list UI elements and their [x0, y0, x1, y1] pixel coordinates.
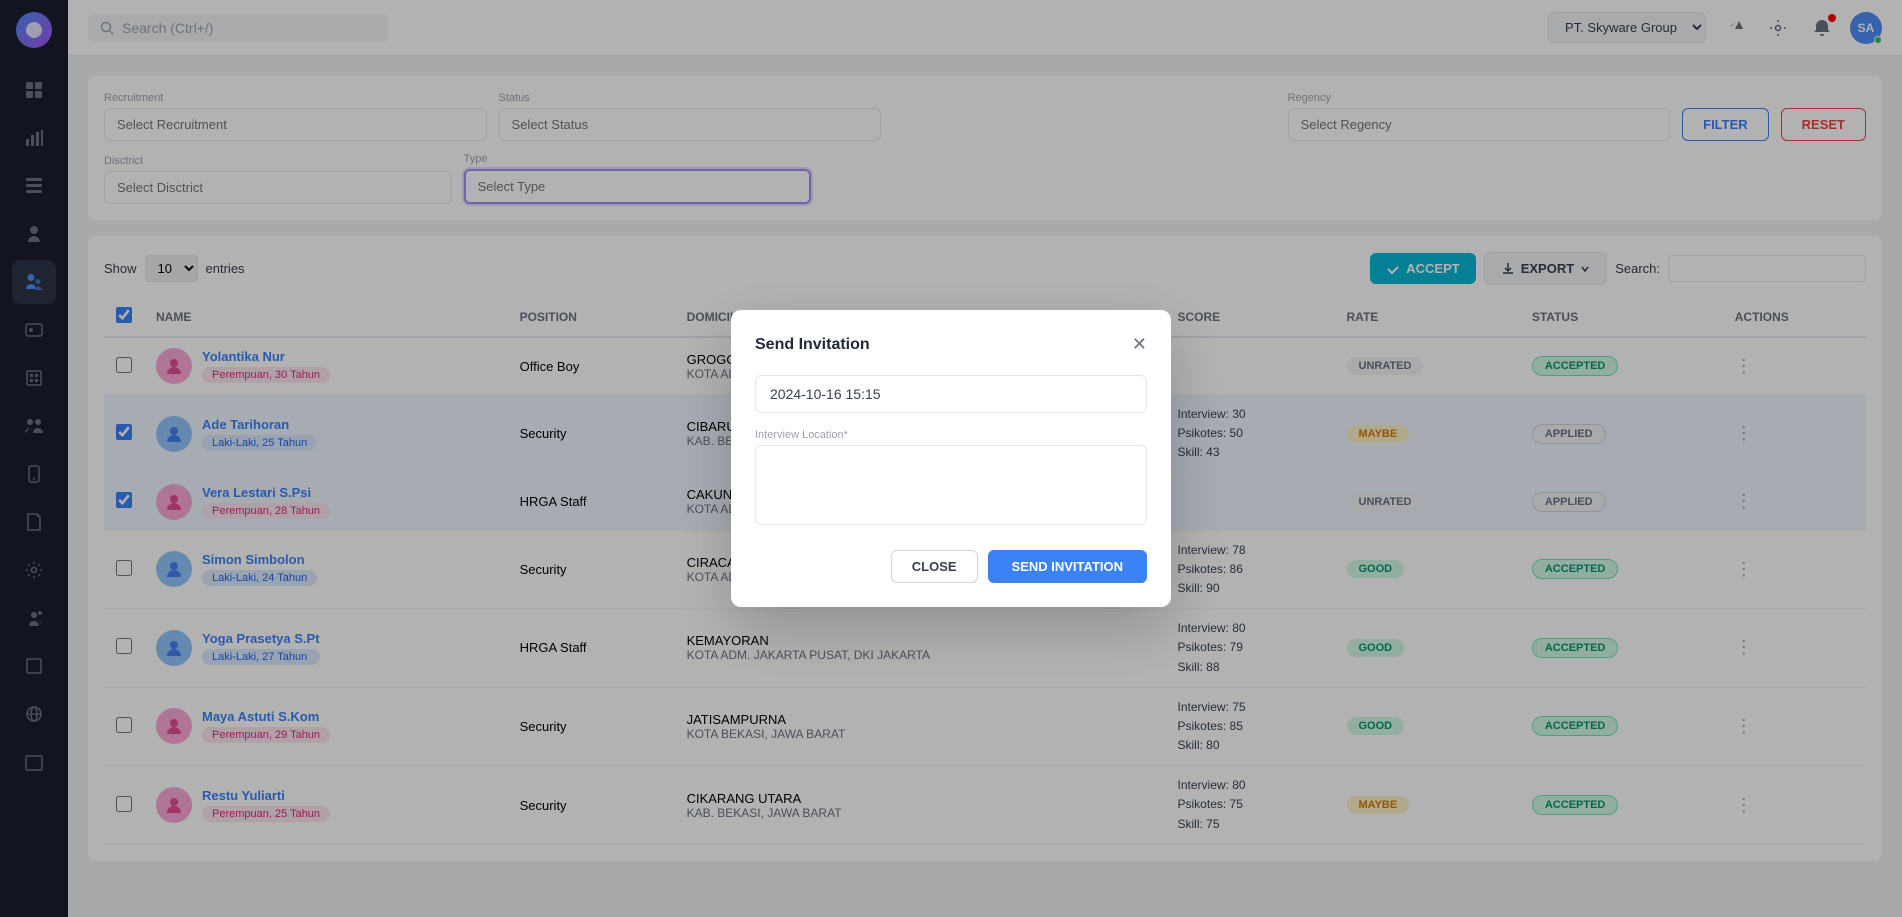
modal-overlay[interactable]: Send Invitation ✕ Interview Location* CL…	[0, 0, 1902, 917]
modal-location-field: Interview Location*	[755, 429, 1147, 530]
modal-title: Send Invitation	[755, 336, 870, 354]
modal-close-x[interactable]: ✕	[1132, 334, 1147, 355]
modal-footer: CLOSE SEND INVITATION	[755, 550, 1147, 583]
modal-date-input[interactable]	[755, 375, 1147, 413]
modal-close-button[interactable]: CLOSE	[891, 550, 978, 583]
modal-location-input[interactable]	[755, 445, 1147, 525]
modal-header: Send Invitation ✕	[755, 334, 1147, 355]
modal-send-button[interactable]: SEND INVITATION	[988, 550, 1147, 583]
modal-location-label: Interview Location*	[755, 429, 1147, 441]
send-invitation-modal: Send Invitation ✕ Interview Location* CL…	[731, 310, 1171, 607]
modal-date-field	[755, 375, 1147, 413]
